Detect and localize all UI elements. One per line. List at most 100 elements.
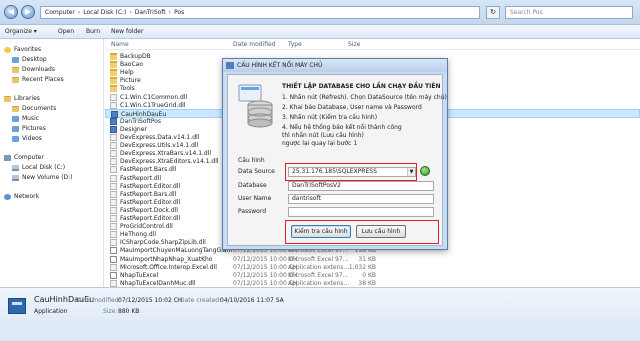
file-name: Designer	[110, 125, 147, 133]
nav-new-volume[interactable]: New Volume (D:)	[12, 173, 73, 182]
file-name: FastReport.Editor.dll	[110, 182, 180, 190]
breadcrumb-local-disk[interactable]: Local Disk (C:)	[83, 9, 126, 16]
column-date[interactable]: Date modified	[233, 41, 276, 48]
column-type[interactable]: Type	[288, 41, 302, 48]
file-name: ICSharpCode.SharpZipLib.dll	[110, 239, 206, 247]
file-name: NhapTuExcelDanhMuc.dll	[110, 279, 195, 287]
nav-libraries[interactable]: Libraries	[4, 94, 40, 103]
organize-button[interactable]: Organize ▾	[5, 28, 37, 35]
dll-icon	[110, 223, 117, 231]
file-size: 38 KB	[358, 279, 376, 287]
file-name: HeThong.dll	[110, 231, 156, 239]
file-size: 31 KB	[358, 255, 376, 263]
address-bar-area: ◀ ▶ Computer › Local Disk (C:) › DanTriS…	[0, 0, 640, 25]
nav-desktop[interactable]: Desktop	[12, 55, 47, 64]
dll-icon	[110, 166, 117, 174]
dll-icon	[110, 231, 117, 239]
database-icon	[238, 84, 273, 128]
search-input[interactable]: Search Pos	[505, 6, 633, 19]
file-name: Tools	[110, 85, 135, 93]
forward-button[interactable]: ▶	[21, 5, 35, 19]
file-type: Application extens...	[288, 263, 350, 271]
instruction-heading: THIẾT LẬP DATABASE CHO LẦN CHẠY ĐẦU TIÊN	[282, 83, 441, 90]
password-field[interactable]	[288, 207, 434, 217]
dll-icon	[110, 206, 117, 214]
address-bar[interactable]: Computer › Local Disk (C:) › DanTriSoft …	[40, 6, 480, 19]
file-name: BackupDB	[110, 53, 151, 60]
chevron-right-icon: ›	[129, 9, 132, 16]
folder-icon	[110, 61, 117, 69]
instruction-step-4b: thì nhấn nút (Lưu cấu hình)	[282, 132, 364, 139]
dll-icon	[110, 158, 117, 166]
open-button[interactable]: Open	[58, 28, 74, 35]
folder-icon	[110, 85, 117, 93]
file-name: ProGridControl.dll	[110, 223, 173, 231]
file-name: FastReport.Editor.dll	[110, 198, 180, 206]
dll-icon	[110, 142, 117, 150]
file-name: Microsoft.Office.Interop.Excel.dll	[110, 263, 217, 271]
detail-kind: Application	[34, 308, 68, 315]
drive-icon	[12, 164, 19, 171]
app-icon	[226, 62, 234, 69]
database-field[interactable]: DanTriSoftPosV2	[288, 181, 434, 191]
refresh-icon[interactable]: ↻	[486, 6, 500, 19]
nav-videos[interactable]: Videos	[12, 134, 42, 143]
star-icon	[4, 46, 11, 53]
nav-recent-places[interactable]: Recent Places	[12, 75, 64, 84]
drive-icon	[12, 174, 19, 181]
navigation-pane: Favorites Desktop Downloads Recent Place…	[0, 39, 104, 287]
nav-favorites[interactable]: Favorites	[4, 45, 41, 54]
nav-network[interactable]: Network	[4, 192, 39, 201]
save-config-button[interactable]: Lưu cấu hình	[356, 225, 406, 238]
column-size[interactable]: Size	[348, 41, 360, 48]
file-name: MauImportChuyenMaLuongTangGiam	[110, 247, 232, 255]
pictures-icon	[12, 125, 19, 132]
refresh-button[interactable]	[420, 166, 430, 176]
dialog-body: THIẾT LẬP DATABASE CHO LẦN CHẠY ĐẦU TIÊN…	[227, 74, 447, 246]
nav-documents[interactable]: Documents	[12, 104, 56, 113]
detail-created: 04/10/2016 11:07 SA	[220, 297, 284, 304]
recent-places-icon	[12, 76, 19, 83]
breadcrumb-computer[interactable]: Computer	[45, 9, 75, 16]
nav-downloads[interactable]: Downloads	[12, 65, 55, 74]
file-name: Help	[110, 69, 134, 77]
column-name[interactable]: Name	[111, 41, 129, 48]
nav-local-disk[interactable]: Local Disk (C:)	[12, 163, 65, 172]
file-name: FastReport.Bars.dll	[110, 166, 176, 174]
instruction-step-2: 2. Khai báo Database, User name và Passw…	[282, 104, 422, 111]
nav-pictures[interactable]: Pictures	[12, 124, 46, 133]
config-section-label: Cấu hình	[238, 157, 265, 164]
datasource-highlight	[285, 163, 417, 181]
videos-icon	[12, 135, 19, 142]
dll-icon	[110, 215, 117, 222]
chevron-right-icon: ›	[168, 9, 172, 16]
new-folder-button[interactable]: New folder	[111, 28, 143, 35]
username-field[interactable]: dantrisoft	[288, 194, 434, 204]
nav-computer[interactable]: Computer	[4, 153, 44, 162]
breadcrumb-dantrisoft[interactable]: DanTriSoft	[135, 9, 166, 16]
music-icon	[12, 115, 19, 122]
doc-icon	[110, 271, 117, 279]
app-icon	[110, 125, 117, 133]
dll-icon	[110, 279, 117, 287]
check-config-button[interactable]: Kiểm tra cấu hình	[291, 225, 351, 238]
back-button[interactable]: ◀	[4, 5, 18, 19]
file-size: 1,032 KB	[348, 263, 376, 271]
file-name: DevExpress.Data.v14.1.dll	[110, 134, 199, 141]
doc-icon	[110, 247, 117, 255]
file-name: FastReport.Editor.dll	[110, 215, 180, 222]
file-name: FastReport.dll	[110, 174, 161, 182]
dll-icon	[110, 101, 117, 109]
dll-icon	[110, 190, 117, 198]
breadcrumb-pos[interactable]: Pos	[174, 9, 184, 16]
detail-created-label: Date created:	[180, 297, 222, 304]
network-icon	[4, 193, 11, 200]
file-name: FastReport.Dock.dll	[110, 206, 178, 214]
instruction-step-3: 3. Nhấn nút (Kiểm tra cấu hình)	[282, 114, 378, 121]
nav-music[interactable]: Music	[12, 114, 39, 123]
file-type: Microsoft Excel 97...	[288, 255, 349, 263]
instruction-step-1: 1. Nhấn nút (Refresh). Chọn DataSource (…	[282, 94, 447, 101]
folder-icon	[110, 77, 117, 85]
app-icon	[110, 117, 117, 125]
burn-button[interactable]: Burn	[86, 28, 100, 35]
